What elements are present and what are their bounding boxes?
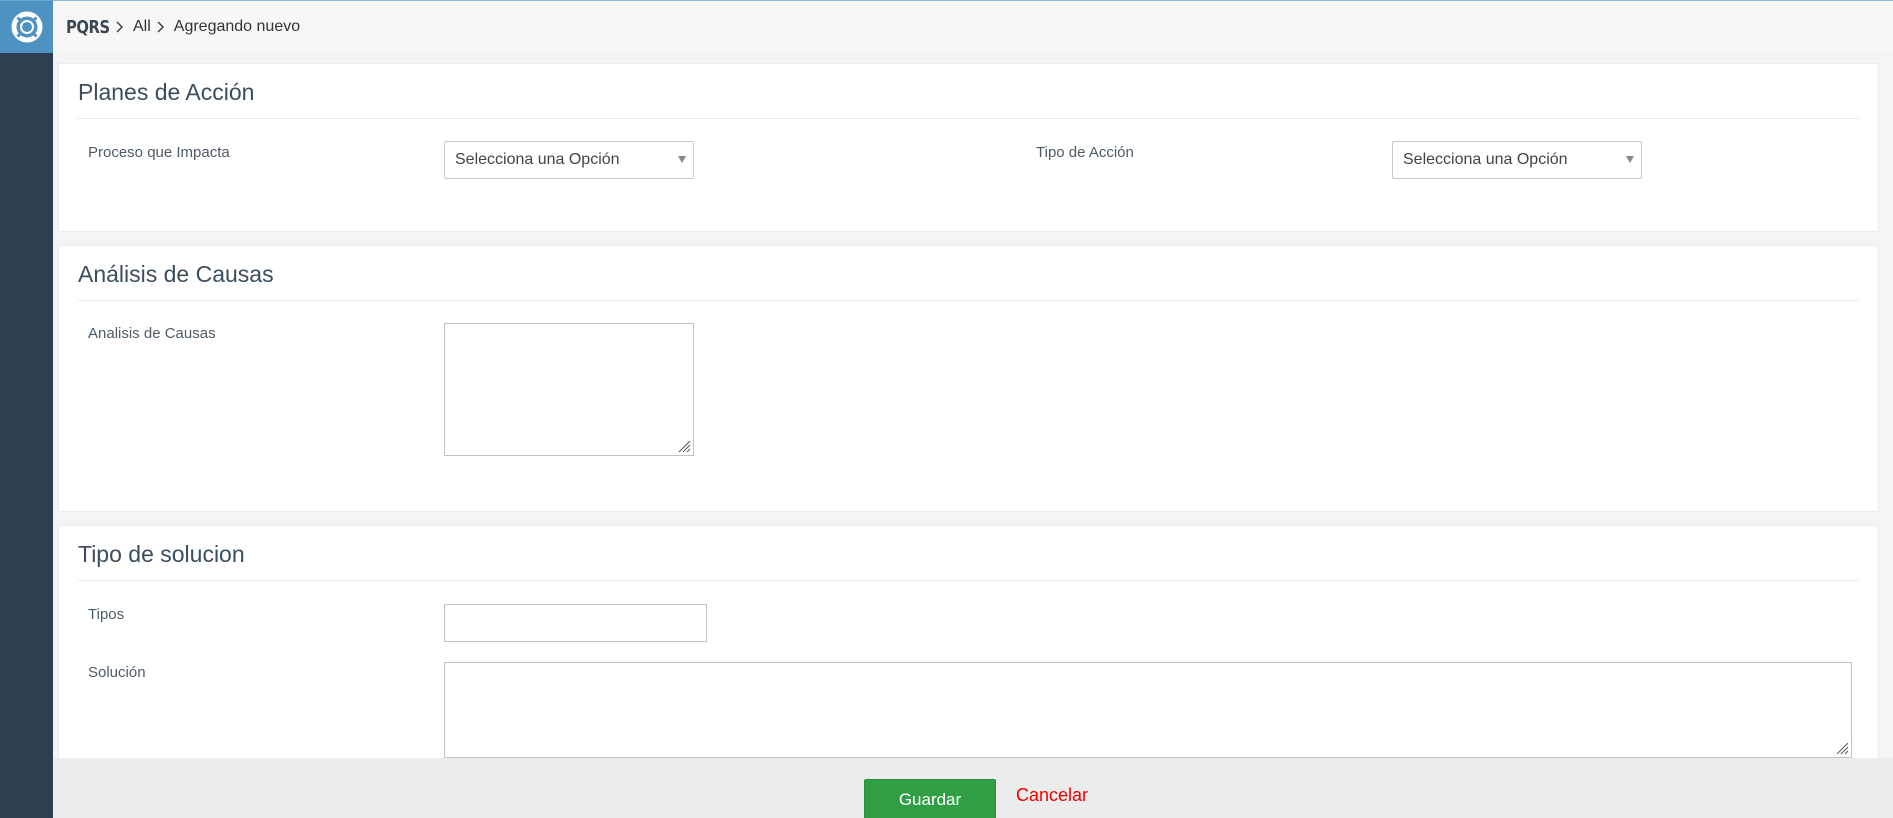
form-content: Planes de Acción Proceso que Impacta Sel…: [53, 53, 1893, 758]
section-title-solucion: Tipo de solucion: [78, 541, 1859, 581]
analisis-textarea[interactable]: [444, 323, 694, 456]
chevron-right-icon: [116, 21, 124, 33]
analisis-panel: Análisis de Causas Analisis de Causas: [58, 245, 1879, 512]
solucion-label: Solución: [88, 664, 146, 681]
dropdown-arrow-icon: [678, 156, 686, 163]
resize-handle-icon[interactable]: [1835, 741, 1849, 755]
sidebar: [0, 0, 53, 818]
proceso-select[interactable]: Selecciona una Opción: [444, 141, 694, 179]
resize-handle-icon[interactable]: [677, 439, 691, 453]
planes-panel: Planes de Acción Proceso que Impacta Sel…: [58, 63, 1879, 232]
tipo-accion-select[interactable]: Selecciona una Opción: [1392, 141, 1642, 179]
breadcrumb: PQRS All Agregando nuevo: [53, 0, 1893, 53]
proceso-select-value: Selecciona una Opción: [455, 151, 620, 168]
solucion-panel: Tipo de solucion Tipos Solución: [58, 525, 1879, 758]
save-button[interactable]: Guardar: [864, 779, 996, 818]
dropdown-arrow-icon: [1626, 156, 1634, 163]
breadcrumb-all[interactable]: All: [133, 18, 151, 36]
breadcrumb-current: Agregando nuevo: [173, 18, 301, 35]
app-brand[interactable]: PQRS: [66, 17, 110, 38]
lifebuoy-icon: [11, 11, 42, 43]
section-title-analisis: Análisis de Causas: [78, 261, 1859, 301]
home-logo-button[interactable]: [0, 0, 53, 53]
tipo-accion-label: Tipo de Acción: [1036, 144, 1134, 161]
tipos-input[interactable]: [444, 604, 707, 642]
analisis-label: Analisis de Causas: [88, 325, 216, 342]
form-footer: Guardar Cancelar: [53, 758, 1893, 818]
section-title-planes: Planes de Acción: [78, 79, 1859, 119]
proceso-label: Proceso que Impacta: [88, 144, 230, 161]
cancel-link[interactable]: Cancelar: [1016, 785, 1088, 806]
tipo-accion-select-value: Selecciona una Opción: [1403, 151, 1568, 168]
solucion-textarea[interactable]: [444, 662, 1852, 758]
chevron-right-icon: [157, 21, 165, 33]
app-window: PQRS All Agregando nuevo Planes de Acció…: [0, 0, 1893, 818]
tipos-label: Tipos: [88, 606, 125, 623]
